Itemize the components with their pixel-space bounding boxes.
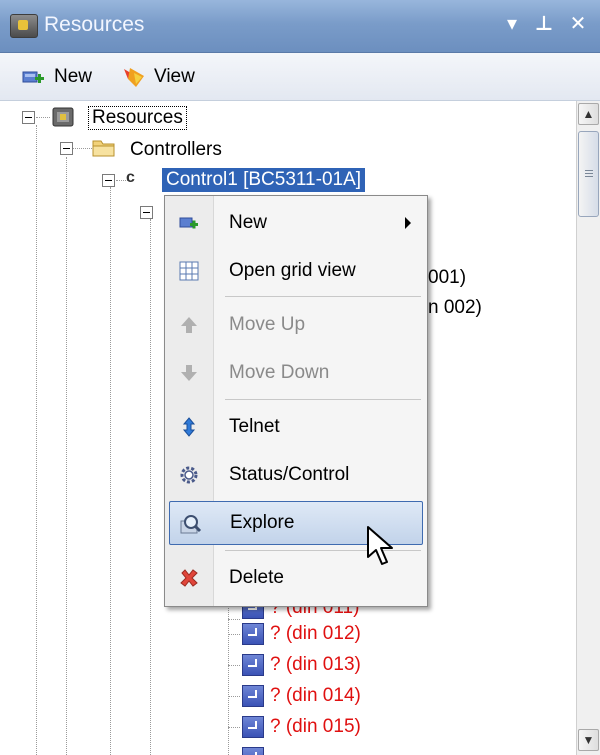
tree-guide-line: [228, 601, 229, 755]
din-input-icon: [242, 747, 264, 755]
view-button[interactable]: View: [122, 63, 195, 91]
tree-node-din[interactable]: ? (din 015): [270, 716, 361, 738]
menu-item-move-up: Move Up: [169, 303, 423, 347]
panel-title: Resources: [44, 13, 145, 36]
vertical-scrollbar[interactable]: ▲ ▼: [576, 101, 600, 755]
menu-item-open-grid-view[interactable]: Open grid view: [169, 249, 423, 293]
new-icon: [179, 213, 199, 233]
menu-item-label: Explore: [230, 512, 295, 533]
grid-icon: [179, 261, 199, 281]
scroll-thumb[interactable]: [578, 131, 599, 217]
close-icon[interactable]: ✕: [566, 10, 590, 38]
collapse-toggle-controllers[interactable]: [60, 142, 73, 155]
new-button[interactable]: New: [22, 63, 92, 91]
resources-icon: [10, 14, 38, 38]
tree-guide-line: [228, 619, 240, 620]
collapse-toggle-controller[interactable]: [102, 174, 115, 187]
menu-item-telnet[interactable]: Telnet: [169, 405, 423, 449]
din-input-icon: [242, 654, 264, 676]
menu-item-label: Delete: [229, 567, 284, 588]
resources-node-icon: [52, 106, 74, 128]
panel-dropdown-icon[interactable]: ▾: [500, 10, 524, 38]
tree-guide-line: [72, 148, 92, 149]
collapse-toggle-sub[interactable]: [140, 206, 153, 219]
tree-node-din[interactable]: ? (din 013): [270, 654, 361, 676]
menu-item-label: Status/Control: [229, 464, 350, 485]
din-input-icon: [242, 623, 264, 645]
tree-node-din[interactable]: ? (din 014): [270, 685, 361, 707]
collapse-toggle-resources[interactable]: [22, 111, 35, 124]
tree-node-partial[interactable]: n 002): [428, 297, 482, 319]
scroll-grip-line: [585, 173, 593, 174]
new-button-label: New: [54, 66, 93, 87]
din-input-icon: [242, 716, 264, 738]
tree-guide-line: [228, 696, 240, 697]
tree-guide-line: [110, 187, 111, 755]
tree-node-partial[interactable]: 001): [428, 267, 466, 289]
scroll-down-button[interactable]: ▼: [578, 729, 599, 751]
scroll-grip-line: [585, 170, 593, 171]
menu-item-label: Telnet: [229, 416, 280, 437]
tree-node-din[interactable]: ? (din 012): [270, 623, 361, 645]
menu-item-label: New: [229, 212, 268, 233]
menu-item-label: Move Down: [229, 362, 330, 383]
mouse-cursor-icon: [366, 525, 398, 574]
explore-icon: [180, 514, 202, 534]
folder-icon: [92, 136, 116, 158]
tree-guide-line: [66, 157, 67, 755]
tree-node-controllers[interactable]: Controllers: [130, 139, 222, 161]
delete-icon: [179, 568, 199, 588]
tree-node-controller[interactable]: Control1 [BC5311-01A]: [162, 168, 366, 192]
view-icon: [122, 65, 146, 89]
tree-guide-line: [36, 125, 37, 755]
arrow-up-icon: [179, 315, 199, 335]
submenu-arrow-icon: [405, 217, 411, 229]
menu-separator: [225, 296, 421, 297]
arrow-down-icon: [179, 363, 199, 383]
scroll-up-button[interactable]: ▲: [578, 103, 599, 125]
toolbar: New View: [0, 53, 600, 101]
panel-title-bar: Resources ▾ ⊥ ✕: [0, 0, 600, 53]
telnet-icon: [179, 417, 199, 437]
view-button-label: View: [154, 66, 195, 87]
tree-node-resources[interactable]: Resources: [88, 106, 187, 130]
din-input-icon: [242, 685, 264, 707]
menu-item-label: Move Up: [229, 314, 306, 335]
scroll-grip-line: [585, 176, 593, 177]
gear-icon: [179, 465, 199, 485]
menu-item-label: Open grid view: [229, 260, 356, 281]
tree-guide-line: [228, 727, 240, 728]
tree-guide-line: [228, 665, 240, 666]
menu-item-new[interactable]: New: [169, 201, 423, 245]
tree-guide-line: [228, 634, 240, 635]
controller-c-icon: c: [126, 169, 135, 186]
tree-guide-line: [36, 117, 50, 118]
menu-item-status-control[interactable]: Status/Control: [169, 453, 423, 497]
menu-item-move-down: Move Down: [169, 351, 423, 395]
menu-separator: [225, 399, 421, 400]
pin-icon[interactable]: ⊥: [532, 10, 556, 38]
new-icon: [22, 65, 46, 89]
tree-guide-line: [150, 219, 151, 755]
